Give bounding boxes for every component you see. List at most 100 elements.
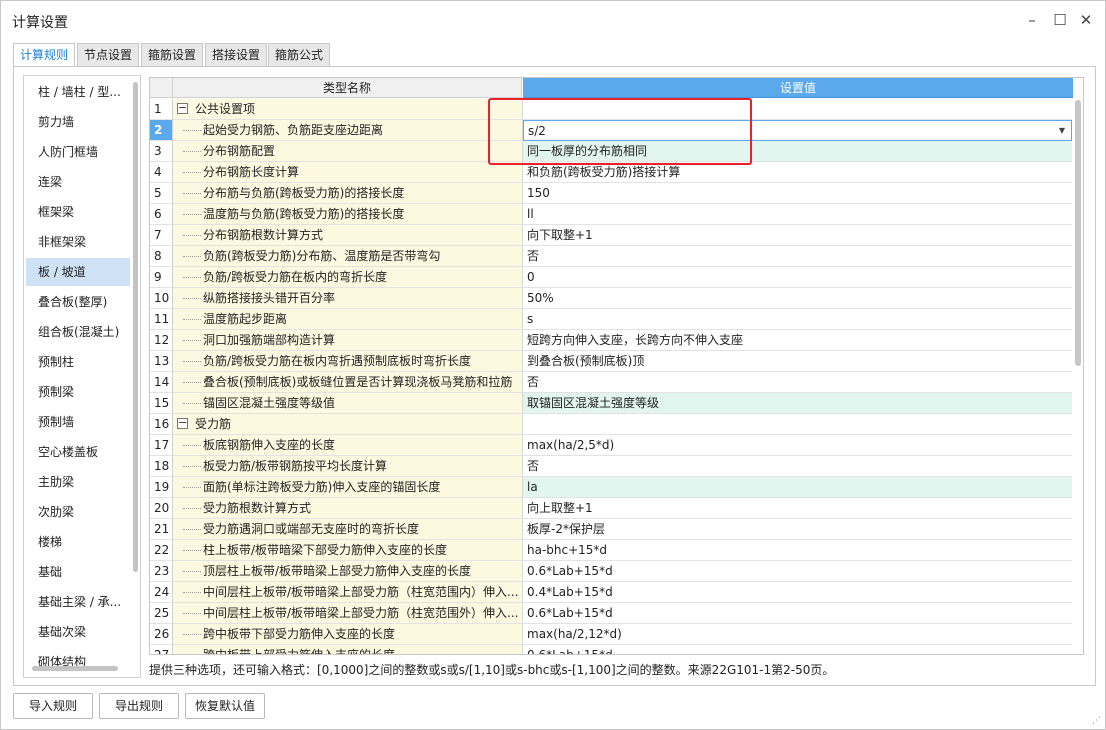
dropdown-arrow-icon[interactable]: ▼ bbox=[1059, 121, 1065, 140]
sidebar-item-column[interactable]: 柱 / 墙柱 / 型... bbox=[26, 78, 130, 106]
row-value[interactable]: 否 bbox=[523, 372, 1072, 393]
row-value[interactable]: la bbox=[523, 477, 1072, 498]
row-number: 27 bbox=[150, 645, 173, 654]
row-value[interactable]: 和负筋(跨板受力筋)搭接计算 bbox=[523, 162, 1072, 183]
table-row[interactable]: 20 受力筋根数计算方式 向上取整+1 bbox=[150, 498, 1072, 519]
grid-vertical-scrollbar[interactable] bbox=[1075, 100, 1081, 366]
row-name: 负筋/跨板受力筋在板内的弯折长度 bbox=[173, 267, 523, 288]
table-row[interactable]: 12 洞口加强筋端部构造计算 短跨方向伸入支座，长跨方向不伸入支座 bbox=[150, 330, 1072, 351]
row-value[interactable]: 板厚-2*保护层 bbox=[523, 519, 1072, 540]
row-value[interactable]: max(ha/2,12*d) bbox=[523, 624, 1072, 645]
table-row[interactable]: 8 负筋(跨板受力筋)分布筋、温度筋是否带弯勾 否 bbox=[150, 246, 1072, 267]
sidebar-item-precast-wall[interactable]: 预制墙 bbox=[26, 408, 130, 436]
table-row[interactable]: 17 板底钢筋伸入支座的长度 max(ha/2,5*d) bbox=[150, 435, 1072, 456]
table-row[interactable]: 18 板受力筋/板带钢筋按平均长度计算 否 bbox=[150, 456, 1072, 477]
row-name: 温度筋起步距离 bbox=[173, 309, 523, 330]
table-row[interactable]: 9 负筋/跨板受力筋在板内的弯折长度 0 bbox=[150, 267, 1072, 288]
sidebar-item-civil-defense-door-wall[interactable]: 人防门框墙 bbox=[26, 138, 130, 166]
table-row[interactable]: 4 分布钢筋长度计算 和负筋(跨板受力筋)搭接计算 bbox=[150, 162, 1072, 183]
import-rules-button[interactable]: 导入规则 bbox=[13, 693, 93, 719]
row-value[interactable]: 0 bbox=[523, 267, 1072, 288]
row-value[interactable]: 0.4*Lab+15*d bbox=[523, 582, 1072, 603]
sidebar-item-frame-beam[interactable]: 框架梁 bbox=[26, 198, 130, 226]
resize-grip-icon[interactable]: ⋰ bbox=[1092, 716, 1101, 726]
table-row[interactable]: 7 分布钢筋根数计算方式 向下取整+1 bbox=[150, 225, 1072, 246]
sidebar-horizontal-scrollbar[interactable] bbox=[32, 666, 118, 671]
row-value[interactable]: ll bbox=[523, 204, 1072, 225]
table-row[interactable]: 19 面筋(单标注跨板受力筋)伸入支座的锚固长度 la bbox=[150, 477, 1072, 498]
table-row[interactable]: 21 受力筋遇洞口或端部无支座时的弯折长度 板厚-2*保护层 bbox=[150, 519, 1072, 540]
row-number: 19 bbox=[150, 477, 173, 498]
row-value[interactable]: 150 bbox=[523, 183, 1072, 204]
row-number: 10 bbox=[150, 288, 173, 309]
annotation-highlight-box bbox=[488, 98, 752, 165]
row-value[interactable]: 到叠合板(预制底板)顶 bbox=[523, 351, 1072, 372]
collapse-icon[interactable]: − bbox=[177, 102, 188, 114]
minimize-icon[interactable]: – bbox=[1023, 11, 1041, 29]
sidebar-item-main-rib-beam[interactable]: 主肋梁 bbox=[26, 468, 130, 496]
table-row[interactable]: 5 分布筋与负筋(跨板受力筋)的搭接长度 150 bbox=[150, 183, 1072, 204]
table-row[interactable]: 6 温度筋与负筋(跨板受力筋)的搭接长度 ll bbox=[150, 204, 1072, 225]
row-name: 纵筋搭接接头错开百分率 bbox=[173, 288, 523, 309]
tab-lap-settings[interactable]: 搭接设置 bbox=[205, 43, 268, 67]
export-rules-button[interactable]: 导出规则 bbox=[99, 693, 179, 719]
sidebar-item-foundation[interactable]: 基础 bbox=[26, 558, 130, 586]
sidebar-item-foundation-main-beam[interactable]: 基础主梁 / 承... bbox=[26, 588, 130, 616]
row-value[interactable] bbox=[523, 414, 1072, 435]
row-number: 12 bbox=[150, 330, 173, 351]
row-value[interactable]: s bbox=[523, 309, 1072, 330]
sidebar-item-secondary-rib-beam[interactable]: 次肋梁 bbox=[26, 498, 130, 526]
table-row[interactable]: 22 柱上板带/板带暗梁下部受力筋伸入支座的长度 ha-bhc+15*d bbox=[150, 540, 1072, 561]
row-value[interactable]: 短跨方向伸入支座，长跨方向不伸入支座 bbox=[523, 330, 1072, 351]
row-value[interactable]: 向上取整+1 bbox=[523, 498, 1072, 519]
collapse-icon[interactable]: − bbox=[177, 417, 188, 429]
row-value[interactable]: 否 bbox=[523, 246, 1072, 267]
sidebar-item-composite-slab-full[interactable]: 叠合板(整厚) bbox=[26, 288, 130, 316]
table-row[interactable]: 27 跨中板带上部受力筋伸入支座的长度 0.6*Lab+15*d bbox=[150, 645, 1072, 654]
row-value[interactable]: 0.6*Lab+15*d bbox=[523, 603, 1072, 624]
maximize-icon[interactable]: ☐ bbox=[1051, 11, 1069, 29]
row-value[interactable]: 0.6*Lab+15*d bbox=[523, 561, 1072, 582]
row-value[interactable]: ha-bhc+15*d bbox=[523, 540, 1072, 561]
row-value[interactable]: max(ha/2,5*d) bbox=[523, 435, 1072, 456]
tab-node-settings[interactable]: 节点设置 bbox=[77, 43, 140, 67]
row-number: 5 bbox=[150, 183, 173, 204]
sidebar-item-precast-column[interactable]: 预制柱 bbox=[26, 348, 130, 376]
tab-stirrup-formula[interactable]: 箍筋公式 bbox=[268, 43, 331, 67]
close-icon[interactable]: ✕ bbox=[1077, 11, 1095, 29]
row-name: 负筋(跨板受力筋)分布筋、温度筋是否带弯勾 bbox=[173, 246, 523, 267]
sidebar-item-masonry[interactable]: 砌体结构 bbox=[26, 648, 130, 676]
grid-header-setting-value[interactable]: 设置值 bbox=[523, 78, 1073, 98]
table-row[interactable]: 10 纵筋搭接接头错开百分率 50% bbox=[150, 288, 1072, 309]
table-row[interactable]: 16 − 受力筋 bbox=[150, 414, 1072, 435]
row-value[interactable]: 取锚固区混凝土强度等级 bbox=[523, 393, 1072, 414]
sidebar-item-foundation-secondary-beam[interactable]: 基础次梁 bbox=[26, 618, 130, 646]
tab-calc-rules[interactable]: 计算规则 bbox=[13, 43, 76, 68]
table-row[interactable]: 26 跨中板带下部受力筋伸入支座的长度 max(ha/2,12*d) bbox=[150, 624, 1072, 645]
table-row[interactable]: 11 温度筋起步距离 s bbox=[150, 309, 1072, 330]
table-row[interactable]: 24 中间层柱上板带/板带暗梁上部受力筋（柱宽范围内）伸入... 0.4*Lab… bbox=[150, 582, 1072, 603]
grid-header-type-name[interactable]: 类型名称 bbox=[173, 78, 522, 98]
sidebar-item-composite-slab-concrete[interactable]: 组合板(混凝土) bbox=[26, 318, 130, 346]
sidebar-item-coupling-beam[interactable]: 连梁 bbox=[26, 168, 130, 196]
sidebar-item-slab-ramp[interactable]: 板 / 坡道 bbox=[26, 258, 130, 286]
sidebar-item-hollow-floor-slab[interactable]: 空心楼盖板 bbox=[26, 438, 130, 466]
sidebar-item-non-frame-beam[interactable]: 非框架梁 bbox=[26, 228, 130, 256]
row-value[interactable]: 0.6*Lab+15*d bbox=[523, 645, 1072, 654]
restore-defaults-button[interactable]: 恢复默认值 bbox=[185, 693, 265, 719]
table-row[interactable]: 25 中间层柱上板带/板带暗梁上部受力筋（柱宽范围外）伸入... 0.6*Lab… bbox=[150, 603, 1072, 624]
sidebar-vertical-scrollbar[interactable] bbox=[133, 82, 138, 572]
sidebar-item-precast-beam[interactable]: 预制梁 bbox=[26, 378, 130, 406]
row-name: 起始受力钢筋、负筋距支座边距离 bbox=[173, 120, 523, 141]
table-row[interactable]: 14 叠合板(预制底板)或板缝位置是否计算现浇板马凳筋和拉筋 否 bbox=[150, 372, 1072, 393]
sidebar-item-shear-wall[interactable]: 剪力墙 bbox=[26, 108, 130, 136]
row-value[interactable]: 否 bbox=[523, 456, 1072, 477]
row-number: 9 bbox=[150, 267, 173, 288]
sidebar-item-stair[interactable]: 楼梯 bbox=[26, 528, 130, 556]
row-value[interactable]: 50% bbox=[523, 288, 1072, 309]
tab-stirrup-settings[interactable]: 箍筋设置 bbox=[141, 43, 204, 67]
table-row[interactable]: 15 锚固区混凝土强度等级值 取锚固区混凝土强度等级 bbox=[150, 393, 1072, 414]
row-value[interactable]: 向下取整+1 bbox=[523, 225, 1072, 246]
table-row[interactable]: 13 负筋/跨板受力筋在板内弯折遇预制底板时弯折长度 到叠合板(预制底板)顶 bbox=[150, 351, 1072, 372]
table-row[interactable]: 23 顶层柱上板带/板带暗梁上部受力筋伸入支座的长度 0.6*Lab+15*d bbox=[150, 561, 1072, 582]
